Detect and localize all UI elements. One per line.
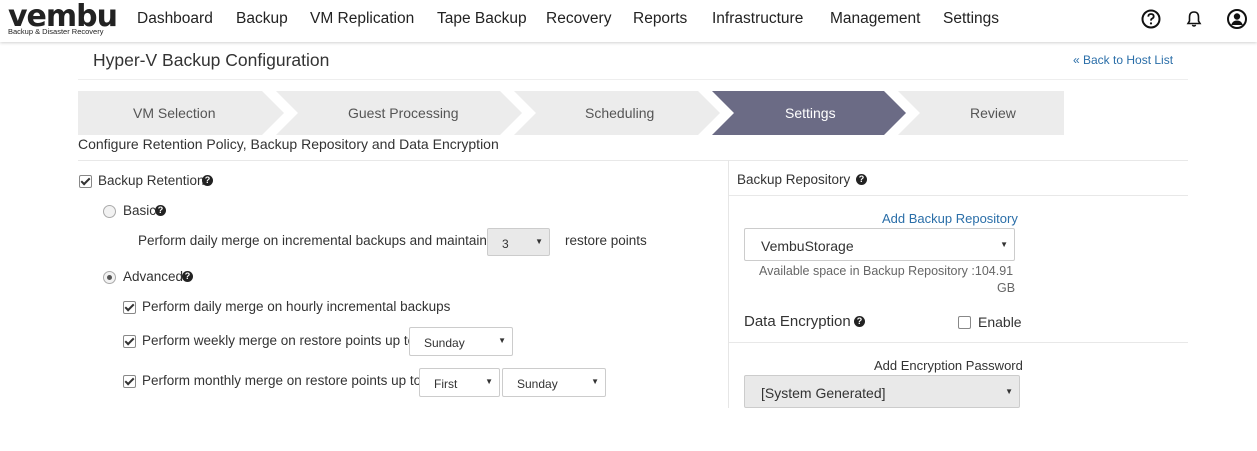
chevron-down-icon: ▼ bbox=[498, 336, 506, 345]
backup-retention-label: Backup Retention bbox=[98, 173, 205, 188]
backup-repository-label: Backup Repository bbox=[737, 172, 851, 187]
wizard-steps: VM Selection Guest Processing Scheduling… bbox=[0, 91, 1257, 135]
encryption-password-select[interactable]: [System Generated] ▼ bbox=[744, 375, 1020, 408]
available-space-text: Available space in Backup Repository :10… bbox=[759, 264, 1014, 278]
nav-backup[interactable]: Backup bbox=[236, 10, 288, 28]
encryption-password-label: Add Encryption Password bbox=[874, 358, 1023, 373]
monthly-day-value: Sunday bbox=[517, 377, 558, 391]
user-icon[interactable] bbox=[1226, 8, 1248, 30]
backup-retention-help-icon[interactable]: ? bbox=[202, 175, 213, 186]
wizard-step-review[interactable]: Review bbox=[970, 105, 1016, 121]
nav-infrastructure[interactable]: Infrastructure bbox=[712, 10, 803, 28]
encryption-divider bbox=[729, 342, 1188, 343]
top-navigation-bar: vembu Backup & Disaster Recovery Dashboa… bbox=[0, 0, 1257, 42]
chevron-down-icon: ▼ bbox=[591, 377, 599, 386]
advanced-help-icon[interactable]: ? bbox=[182, 271, 193, 282]
data-encryption-help-icon[interactable]: ? bbox=[854, 316, 865, 327]
backup-repository-value: VembuStorage bbox=[761, 238, 854, 254]
nav-recovery[interactable]: Recovery bbox=[546, 10, 611, 28]
nav-dashboard[interactable]: Dashboard bbox=[137, 10, 213, 28]
basic-help-icon[interactable]: ? bbox=[155, 205, 166, 216]
wizard-step-scheduling[interactable]: Scheduling bbox=[585, 105, 654, 121]
weekly-merge-checkbox[interactable] bbox=[123, 335, 136, 348]
chevron-down-icon: ▼ bbox=[1000, 240, 1008, 249]
chevron-down-icon: ▼ bbox=[485, 377, 493, 386]
nav-settings[interactable]: Settings bbox=[943, 10, 999, 28]
add-backup-repository-link[interactable]: Add Backup Repository bbox=[882, 211, 1018, 226]
nav-reports[interactable]: Reports bbox=[633, 10, 687, 28]
daily-merge-checkbox[interactable] bbox=[123, 301, 136, 314]
weekly-day-value: Sunday bbox=[424, 336, 465, 350]
back-to-host-list-link[interactable]: « Back to Host List bbox=[1073, 53, 1173, 67]
monthly-week-value: First bbox=[434, 377, 458, 391]
wizard-step-settings[interactable]: Settings bbox=[785, 105, 836, 121]
monthly-day-select[interactable]: Sunday ▼ bbox=[502, 368, 606, 397]
restore-points-value: 3 bbox=[502, 237, 509, 251]
brand-tagline: Backup & Disaster Recovery bbox=[8, 27, 104, 36]
backup-retention-checkbox[interactable] bbox=[79, 175, 92, 188]
basic-merge-text: Perform daily merge on incremental backu… bbox=[138, 233, 487, 248]
daily-merge-label: Perform daily merge on hourly incrementa… bbox=[142, 299, 451, 314]
basic-radio[interactable] bbox=[103, 205, 116, 218]
nav-management[interactable]: Management bbox=[830, 10, 920, 28]
backup-repository-help-icon[interactable]: ? bbox=[856, 174, 867, 185]
encryption-enable-checkbox[interactable] bbox=[958, 316, 971, 329]
basic-label: Basic bbox=[123, 203, 157, 218]
wizard-step-vm-selection[interactable]: VM Selection bbox=[133, 105, 215, 121]
monthly-merge-label: Perform monthly merge on restore points … bbox=[142, 373, 422, 388]
monthly-week-select[interactable]: First ▼ bbox=[419, 368, 500, 397]
advanced-radio[interactable] bbox=[103, 271, 116, 284]
section-subtitle: Configure Retention Policy, Backup Repos… bbox=[78, 136, 499, 152]
title-divider bbox=[78, 79, 1188, 80]
panel-divider bbox=[728, 160, 729, 408]
nav-tape-backup[interactable]: Tape Backup bbox=[437, 10, 527, 28]
nav-vm-replication[interactable]: VM Replication bbox=[310, 10, 414, 28]
encryption-enable-label: Enable bbox=[978, 314, 1022, 330]
advanced-label: Advanced bbox=[123, 269, 184, 284]
available-space-unit: GB bbox=[997, 281, 1016, 295]
restore-points-select[interactable]: 3 ▼ bbox=[487, 228, 550, 256]
monthly-merge-checkbox[interactable] bbox=[123, 375, 136, 388]
repository-divider bbox=[729, 195, 1188, 196]
backup-repository-select[interactable]: VembuStorage ▼ bbox=[744, 228, 1015, 261]
help-circle-icon[interactable] bbox=[1140, 8, 1162, 30]
bell-icon[interactable] bbox=[1183, 8, 1205, 30]
data-encryption-label: Data Encryption bbox=[744, 313, 851, 330]
wizard-step-guest-processing[interactable]: Guest Processing bbox=[348, 105, 459, 121]
encryption-password-value: [System Generated] bbox=[761, 385, 886, 401]
restore-points-label: restore points bbox=[565, 233, 647, 248]
section-divider bbox=[78, 160, 1188, 161]
weekly-day-select[interactable]: Sunday ▼ bbox=[409, 327, 513, 356]
chevron-down-icon: ▼ bbox=[1005, 387, 1013, 396]
chevron-down-icon: ▼ bbox=[535, 237, 543, 246]
weekly-merge-label: Perform weekly merge on restore points u… bbox=[142, 333, 416, 348]
page-title: Hyper-V Backup Configuration bbox=[93, 50, 330, 70]
